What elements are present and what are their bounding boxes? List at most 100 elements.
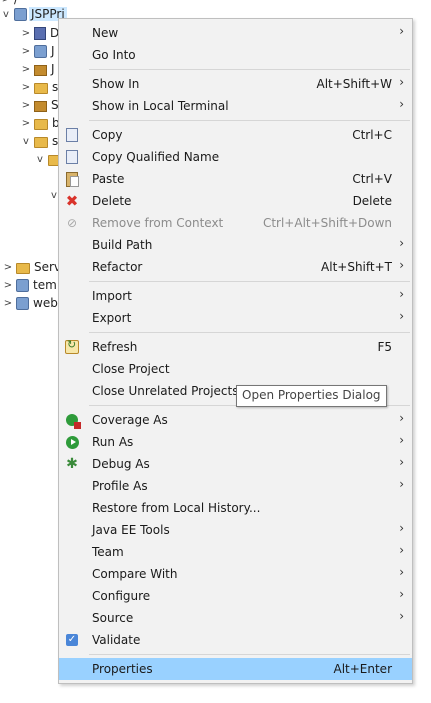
menu-item-label: Profile As — [92, 479, 148, 493]
chevron-right-icon[interactable]: > — [2, 276, 14, 294]
tree-row-child[interactable]: > J — [20, 42, 57, 60]
menu-item-new[interactable]: New › — [59, 22, 412, 44]
menu-item-label: Compare With — [92, 567, 178, 581]
submenu-arrow-icon: › — [399, 587, 404, 601]
tree-label: J — [51, 62, 55, 76]
menu-item-compare-with[interactable]: Compare With › — [59, 563, 412, 585]
menu-item-shortcut: Ctrl+C — [352, 128, 392, 142]
menu-item-label: Close Unrelated Projects — [92, 384, 239, 398]
menu-item-label: Show in Local Terminal — [92, 99, 229, 113]
menu-item-configure[interactable]: Configure › — [59, 585, 412, 607]
chevron-right-icon[interactable]: > — [20, 78, 32, 96]
chevron-right-icon[interactable]: > — [2, 294, 14, 312]
menu-item-copy[interactable]: Copy Ctrl+C — [59, 124, 412, 146]
menu-separator — [89, 654, 410, 655]
menu-item-label: Copy Qualified Name — [92, 150, 220, 164]
submenu-arrow-icon: › — [399, 477, 404, 491]
tree-row-child[interactable]: v s — [20, 132, 60, 150]
paste-icon — [64, 171, 80, 187]
submenu-arrow-icon: › — [399, 309, 404, 323]
chevron-right-icon[interactable]: > — [20, 24, 32, 42]
menu-item-show-in-local-terminal[interactable]: Show in Local Terminal › — [59, 95, 412, 117]
menu-item-properties[interactable]: Properties Alt+Enter — [59, 658, 412, 680]
chevron-down-icon[interactable]: v — [20, 132, 32, 150]
submenu-arrow-icon: › — [399, 75, 404, 89]
menu-item-label: Show In — [92, 77, 140, 91]
menu-item-paste[interactable]: Paste Ctrl+V — [59, 168, 412, 190]
submenu-arrow-icon: › — [399, 455, 404, 469]
tree-row-child[interactable]: > s — [20, 78, 60, 96]
menu-separator — [89, 120, 410, 121]
menu-item-label: Close Project — [92, 362, 170, 376]
menu-item-label: Java EE Tools — [92, 523, 170, 537]
menu-item-run-as[interactable]: Run As › — [59, 431, 412, 453]
menu-item-profile-as[interactable]: Profile As › — [59, 475, 412, 497]
delete-icon: ✖ — [65, 192, 79, 210]
menu-item-restore-from-local-history[interactable]: Restore from Local History... — [59, 497, 412, 519]
jax-ws-icon — [34, 44, 47, 58]
menu-item-label: Import — [92, 289, 132, 303]
menu-item-import[interactable]: Import › — [59, 285, 412, 307]
servers-folder-icon — [16, 263, 30, 274]
tree-row-child[interactable]: > D — [20, 24, 61, 42]
menu-item-label: Delete — [92, 194, 132, 208]
debug-icon: ✱ — [66, 456, 78, 472]
menu-item-label: Source — [92, 611, 134, 625]
menu-item-label: Refactor — [92, 260, 143, 274]
menu-item-team[interactable]: Team › — [59, 541, 412, 563]
menu-item-refactor[interactable]: Refactor Alt+Shift+T › — [59, 256, 412, 278]
menu-item-label: Team — [92, 545, 124, 559]
chevron-right-icon[interactable]: > — [20, 42, 32, 60]
tree-row-child[interactable]: > J — [20, 60, 57, 78]
menu-item-label: Properties — [92, 662, 153, 676]
chevron-right-icon[interactable]: > — [2, 258, 14, 276]
menu-item-go-into[interactable]: Go Into — [59, 44, 412, 66]
menu-item-label: Remove from Context — [92, 216, 224, 230]
tree-row-project[interactable]: v JSPPri — [0, 5, 67, 23]
menu-item-label: Configure — [92, 589, 151, 603]
tree-row-child[interactable]: > b — [20, 114, 62, 132]
source-folder-icon — [34, 83, 48, 94]
submenu-arrow-icon: › — [399, 258, 404, 272]
menu-item-copy-qualified-name[interactable]: Copy Qualified Name — [59, 146, 412, 168]
menu-separator — [89, 332, 410, 333]
chevron-down-icon[interactable]: v — [34, 150, 46, 168]
menu-item-export[interactable]: Export › — [59, 307, 412, 329]
tree-row-child[interactable]: > S — [20, 96, 61, 114]
menu-item-delete[interactable]: ✖ Delete Delete — [59, 190, 412, 212]
deployment-descriptor-icon — [34, 26, 46, 40]
copy-icon — [64, 125, 82, 143]
menu-item-close-project[interactable]: Close Project — [59, 358, 412, 380]
menu-item-validate[interactable]: ✓ Validate — [59, 629, 412, 651]
menu-item-label: Refresh — [92, 340, 138, 354]
chevron-down-icon[interactable]: v — [0, 5, 12, 23]
menu-item-remove-from-context: ⊘ Remove from Context Ctrl+Alt+Shift+Down — [59, 212, 412, 234]
chevron-right-icon[interactable]: > — [20, 96, 32, 114]
library-icon — [34, 64, 47, 76]
submenu-arrow-icon: › — [399, 521, 404, 535]
tree-row-sibling[interactable]: > Serv — [2, 258, 63, 276]
menu-item-label: Copy — [92, 128, 123, 142]
menu-item-label: Paste — [92, 172, 125, 186]
menu-item-refresh[interactable]: Refresh F5 — [59, 336, 412, 358]
chevron-right-icon[interactable]: > — [20, 60, 32, 78]
validate-icon: ✓ — [66, 634, 78, 646]
tree-row-sibling[interactable]: > web — [2, 294, 60, 312]
menu-item-label: Restore from Local History... — [92, 501, 261, 515]
menu-item-debug-as[interactable]: ✱ Debug As › — [59, 453, 412, 475]
menu-item-build-path[interactable]: Build Path › — [59, 234, 412, 256]
menu-item-show-in[interactable]: Show In Alt+Shift+W › — [59, 73, 412, 95]
menu-item-source[interactable]: Source › — [59, 607, 412, 629]
run-icon — [64, 434, 80, 450]
menu-item-coverage-as[interactable]: Coverage As › — [59, 409, 412, 431]
chevron-right-icon[interactable]: > — [20, 114, 32, 132]
folder-open-icon — [34, 137, 48, 148]
submenu-arrow-icon: › — [399, 543, 404, 557]
submenu-arrow-icon: › — [399, 433, 404, 447]
tree-row-sibling[interactable]: > tem — [2, 276, 59, 294]
menu-separator — [89, 281, 410, 282]
project-icon — [14, 7, 27, 21]
menu-item-java-ee-tools[interactable]: Java EE Tools › — [59, 519, 412, 541]
menu-item-shortcut: Ctrl+V — [352, 172, 392, 186]
menu-item-shortcut: Alt+Shift+W — [316, 77, 393, 91]
